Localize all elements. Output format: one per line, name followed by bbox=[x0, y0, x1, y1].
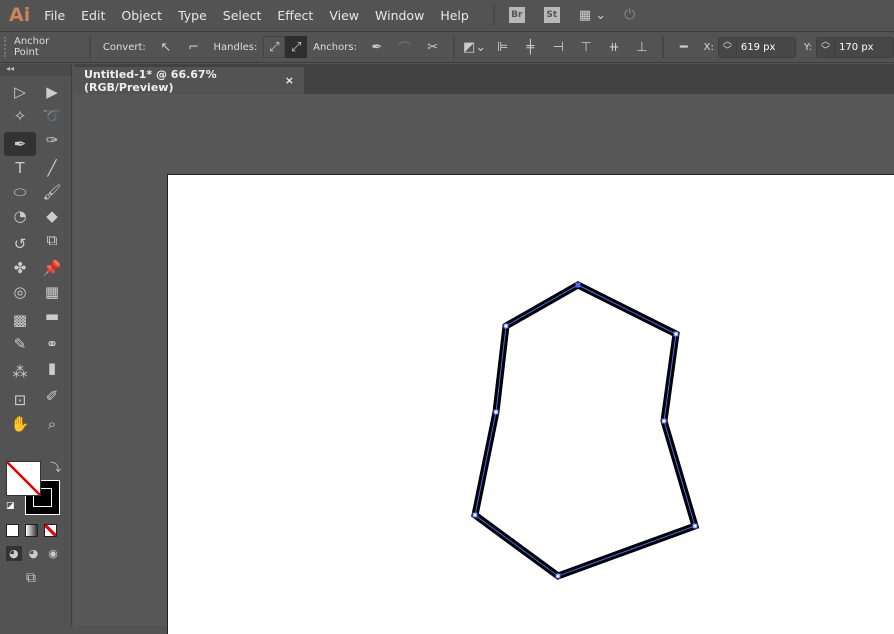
draw-inside-icon[interactable]: ◉ bbox=[45, 546, 61, 561]
curvature-tool[interactable]: ✑ bbox=[36, 128, 68, 152]
y-field[interactable]: ︿ ﹀ 170 px bbox=[816, 36, 894, 58]
swap-fill-stroke-icon[interactable]: ⤵ bbox=[50, 459, 61, 475]
y-stepper[interactable]: ︿ ﹀ bbox=[817, 38, 836, 56]
artboard-tool[interactable]: ⊡ bbox=[4, 388, 36, 412]
scale-tool[interactable]: ⧉ bbox=[36, 228, 68, 252]
align-bottom-icon[interactable]: ⊥ bbox=[631, 36, 653, 58]
align-to-icon[interactable]: ◩⌄ bbox=[463, 36, 486, 58]
y-value[interactable]: 170 px bbox=[835, 42, 893, 53]
bridge-button[interactable]: Br bbox=[508, 7, 525, 23]
handles-label: Handles: bbox=[213, 41, 258, 53]
menu-bar: Ai File Edit Object Type Select Effect V… bbox=[0, 0, 894, 30]
convert-smooth-icon[interactable]: ⌐ bbox=[183, 36, 205, 58]
pin-tool[interactable]: 📌 bbox=[36, 256, 68, 280]
column-graph-tool[interactable]: ▮ bbox=[36, 356, 68, 380]
align-hcenter-icon[interactable]: ╪ bbox=[519, 36, 541, 58]
menu-view[interactable]: View bbox=[329, 8, 359, 23]
shape-builder-tool[interactable]: ◎ bbox=[4, 280, 36, 304]
menu-select[interactable]: Select bbox=[223, 8, 262, 23]
stock-button[interactable]: St bbox=[543, 7, 560, 23]
menu-edit[interactable]: Edit bbox=[81, 8, 105, 23]
type-tool[interactable]: T bbox=[4, 156, 36, 180]
document-tab-bar: Untitled-1* @ 66.67% (RGB/Preview) × bbox=[74, 64, 894, 94]
default-colors-icon[interactable]: ◪ bbox=[6, 501, 15, 511]
mesh-tool[interactable]: ▩ bbox=[4, 308, 36, 332]
align-vcenter-icon[interactable]: ⧺ bbox=[603, 36, 625, 58]
convert-label: Convert: bbox=[102, 41, 146, 53]
draw-normal-icon[interactable]: ◕ bbox=[6, 546, 22, 561]
paintbrush-tool[interactable]: 🖌 bbox=[36, 180, 68, 204]
hide-handles-icon[interactable]: ⤢ bbox=[285, 36, 308, 58]
none-button[interactable] bbox=[44, 524, 57, 537]
pen-tool[interactable]: ✒ bbox=[4, 132, 36, 156]
shaper-tool[interactable]: ◔ bbox=[4, 204, 36, 228]
menu-help[interactable]: Help bbox=[440, 8, 469, 23]
remove-anchor-icon[interactable]: ✒ bbox=[366, 36, 388, 58]
lasso-tool[interactable]: ➰ bbox=[36, 104, 68, 128]
color-mode-row bbox=[6, 524, 57, 537]
symbol-sprayer-tool[interactable]: ⁂ bbox=[4, 360, 36, 384]
grip-handle[interactable] bbox=[4, 37, 8, 57]
menu-window[interactable]: Window bbox=[375, 8, 424, 23]
menu-file[interactable]: File bbox=[44, 8, 65, 23]
draw-mode-row: ◕ ◕ ◉ bbox=[6, 546, 61, 561]
x-label: X: bbox=[703, 41, 714, 53]
tools-grid: ▷ ▶ ✧ ➰ ✒ ✑ T ╱ ⬭ 🖌 ◔ ◆ ↺ ⧉ ✤ 📌 ◎ ▦ ▩ ▬ ✎ ⚭ ⁂ ▮ ⊡ ✐ ✋ ⌕ bbox=[0, 76, 71, 436]
screen-mode-icon[interactable]: ⧉ bbox=[26, 570, 36, 586]
document-tab[interactable]: Untitled-1* @ 66.67% (RGB/Preview) × bbox=[74, 67, 304, 94]
draw-behind-icon[interactable]: ◕ bbox=[26, 546, 42, 561]
tool-name: Anchor Point bbox=[13, 36, 50, 58]
fill-stroke-widget: ⤵ ◪ bbox=[6, 461, 62, 517]
canvas-area[interactable] bbox=[74, 94, 894, 634]
divider bbox=[452, 36, 455, 58]
x-stepper[interactable]: ︿ ﹀ bbox=[719, 38, 737, 56]
app-logo: Ai bbox=[9, 4, 31, 26]
align-left-icon[interactable]: ⊫ bbox=[492, 36, 514, 58]
slice-tool[interactable]: ✐ bbox=[36, 384, 68, 408]
control-bar: Anchor Point Convert: ↖ ⌐ Handles: ⤢ ⤢ A… bbox=[0, 31, 894, 63]
eyedropper-tool[interactable]: ✎ bbox=[4, 332, 36, 356]
align-right-icon[interactable]: ⊣ bbox=[547, 36, 569, 58]
tools-panel: ◂◂ ▷ ▶ ✧ ➰ ✒ ✑ T ╱ ⬭ 🖌 ◔ ◆ ↺ ⧉ ✤ 📌 ◎ ▦ ▩ ▬ ✎ ⚭ ⁂ ▮ ⊡ ✐ ✋ ⌕ ⤵ ◪ ◕ ◕ … bbox=[0, 64, 72, 626]
gpu-performance-icon[interactable]: ⏻ bbox=[624, 7, 635, 23]
hand-tool[interactable]: ✋ bbox=[4, 412, 36, 436]
menu-effect[interactable]: Effect bbox=[277, 8, 313, 23]
reference-point-icon[interactable]: ━ bbox=[673, 36, 695, 58]
x-value[interactable]: 619 px bbox=[737, 42, 795, 53]
workspace-switcher-icon[interactable]: ▦ ⌄ bbox=[579, 8, 606, 23]
divider bbox=[492, 5, 495, 25]
menu-object[interactable]: Object bbox=[121, 8, 162, 23]
artboard[interactable] bbox=[167, 174, 894, 634]
rotate-tool[interactable]: ↺ bbox=[4, 232, 36, 256]
gradient-tool[interactable]: ▬ bbox=[36, 304, 68, 328]
document-tab-title: Untitled-1* @ 66.67% (RGB/Preview) bbox=[84, 67, 217, 94]
close-tab-icon[interactable]: × bbox=[285, 74, 294, 87]
show-handles-icon[interactable]: ⤢ bbox=[263, 36, 286, 58]
gradient-button[interactable] bbox=[25, 524, 38, 537]
menu-type[interactable]: Type bbox=[178, 8, 207, 23]
y-label: Y: bbox=[803, 41, 813, 53]
magic-wand-tool[interactable]: ✧ bbox=[4, 104, 36, 128]
selection-tool[interactable]: ▷ bbox=[4, 80, 36, 104]
connect-endpoints-icon[interactable]: ⌒ bbox=[394, 36, 416, 58]
collapse-panel-button[interactable]: ◂◂ bbox=[0, 64, 71, 76]
zoom-tool[interactable]: ⌕ bbox=[36, 412, 68, 436]
direct-selection-tool[interactable]: ▶ bbox=[36, 80, 68, 104]
fill-swatch[interactable] bbox=[6, 461, 41, 496]
anchors-label: Anchors: bbox=[313, 41, 357, 53]
convert-corner-icon[interactable]: ↖ bbox=[155, 36, 177, 58]
line-segment-tool[interactable]: ╱ bbox=[36, 156, 68, 180]
eraser-tool[interactable]: ◆ bbox=[36, 204, 68, 228]
ellipse-tool[interactable]: ⬭ bbox=[4, 180, 36, 204]
divider bbox=[88, 36, 91, 58]
x-field[interactable]: ︿ ﹀ 619 px bbox=[717, 36, 796, 58]
color-button[interactable] bbox=[6, 524, 19, 537]
puppet-warp-tool[interactable]: ✤ bbox=[4, 256, 36, 280]
blend-tool[interactable]: ⚭ bbox=[36, 332, 68, 356]
divider bbox=[661, 36, 664, 58]
cut-path-icon[interactable]: ✂ bbox=[422, 36, 444, 58]
align-top-icon[interactable]: ⊤ bbox=[575, 36, 597, 58]
perspective-grid-tool[interactable]: ▦ bbox=[36, 280, 68, 304]
